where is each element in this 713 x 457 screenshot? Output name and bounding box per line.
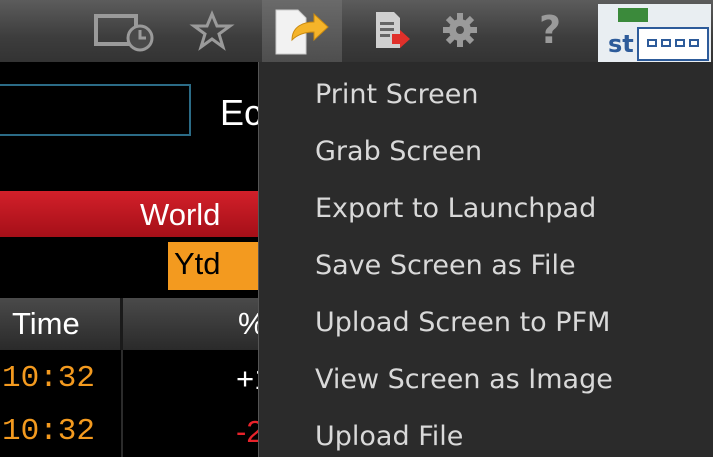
menu-item-upload-file[interactable]: Upload File — [315, 421, 463, 452]
pdf-icon[interactable] — [364, 8, 414, 52]
launchpad-partial-text: st — [608, 30, 634, 58]
time-header-label: Time — [12, 306, 80, 341]
row-time: 10:32 — [2, 361, 96, 396]
export-dropdown-menu: Print Screen Grab Screen Export to Launc… — [258, 62, 713, 457]
help-icon[interactable]: ? — [530, 8, 570, 52]
menu-item-print-screen[interactable]: Print Screen — [315, 79, 479, 110]
monitor-clock-icon[interactable] — [90, 8, 160, 52]
star-icon[interactable] — [188, 8, 236, 52]
command-input-field[interactable] — [0, 84, 191, 136]
menu-item-save-screen-as-file[interactable]: Save Screen as File — [315, 250, 576, 281]
section-bar — [0, 191, 262, 237]
menu-item-upload-screen-to-pfm[interactable]: Upload Screen to PFM — [315, 307, 610, 338]
help-glyph: ? — [538, 8, 562, 52]
column-divider — [121, 350, 123, 457]
section-label: World — [140, 197, 221, 232]
row-time: 10:32 — [2, 414, 96, 449]
menu-item-grab-screen[interactable]: Grab Screen — [315, 136, 482, 167]
toolbar: ? st — [0, 0, 713, 62]
export-icon[interactable] — [262, 0, 342, 62]
gear-icon[interactable] — [436, 8, 484, 52]
partial-title: Ec — [220, 92, 263, 133]
menu-item-view-screen-as-image[interactable]: View Screen as Image — [315, 364, 613, 395]
period-label: Ytd — [174, 246, 221, 281]
launchpad-icon[interactable]: st — [596, 0, 713, 62]
menu-item-export-to-launchpad[interactable]: Export to Launchpad — [315, 193, 596, 224]
